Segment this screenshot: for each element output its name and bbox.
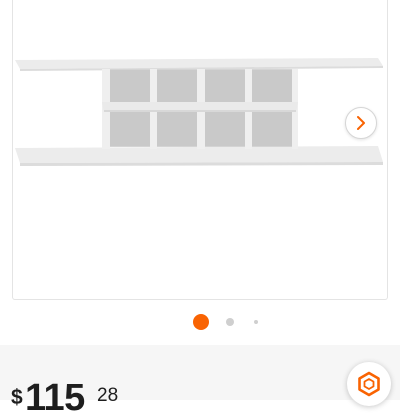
next-image-button[interactable] <box>345 107 377 139</box>
pagination-dot[interactable] <box>226 318 234 326</box>
pagination-dot[interactable] <box>254 320 258 324</box>
floating-action-button[interactable] <box>347 362 391 406</box>
product-image-wall-shelf[interactable] <box>0 0 400 300</box>
price-dollars: 115 <box>25 377 85 419</box>
price-currency-symbol: $ <box>11 386 23 409</box>
chevron-right-icon <box>357 116 365 130</box>
image-pagination-dots <box>0 313 400 331</box>
pagination-dot-active[interactable] <box>193 314 209 330</box>
price-cents: 28 <box>97 385 119 406</box>
hexagon-logo-icon <box>358 371 380 397</box>
